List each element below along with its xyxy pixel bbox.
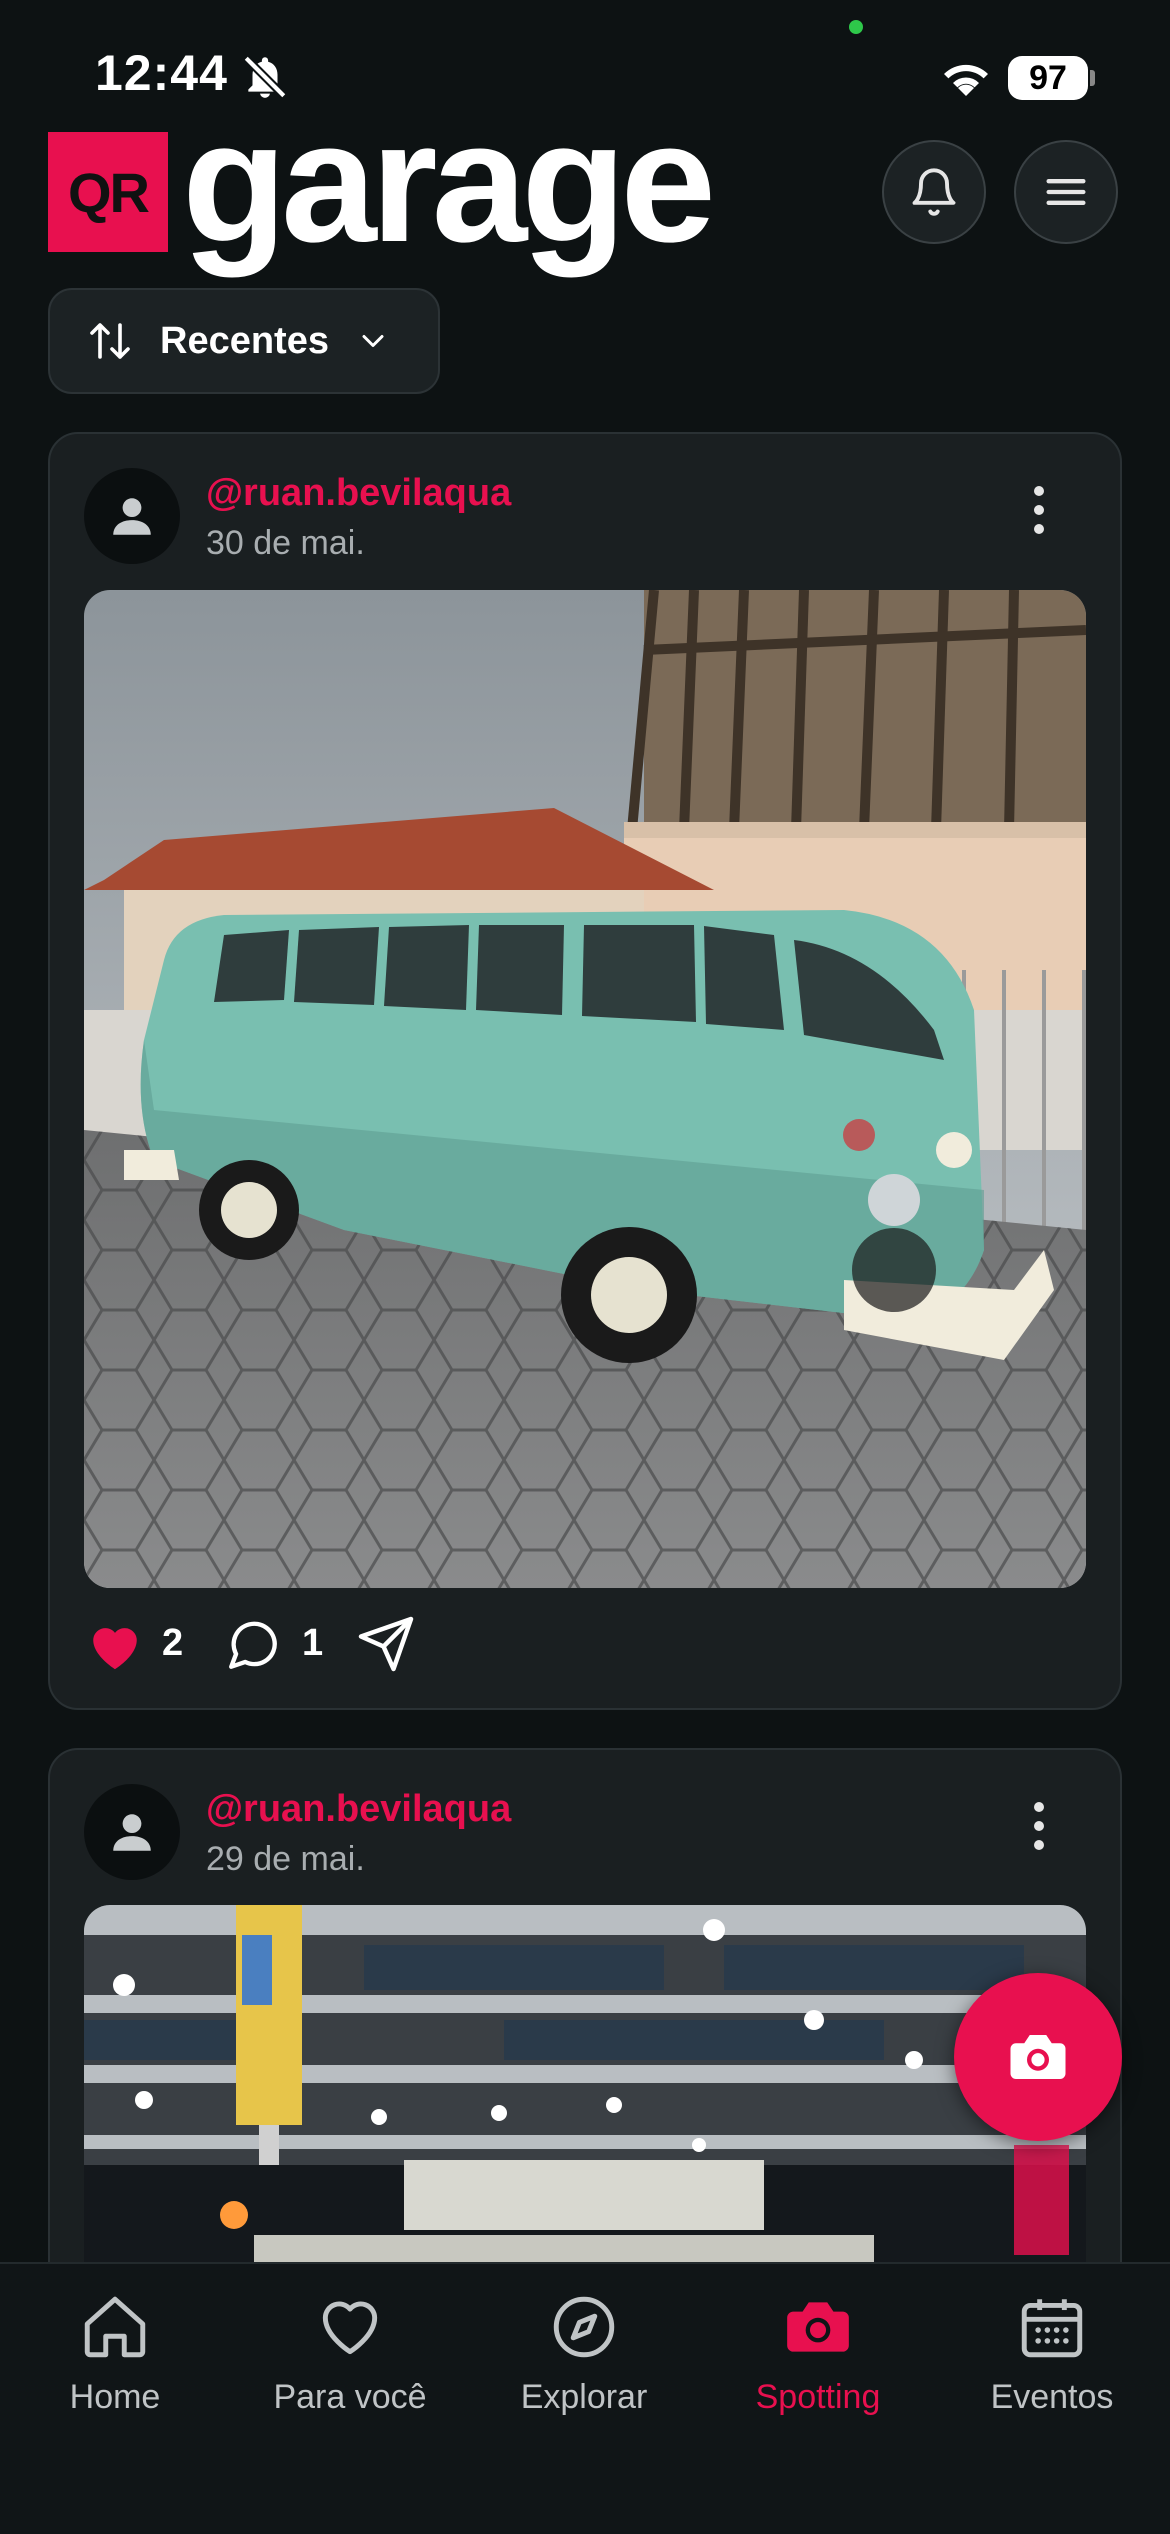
new-spotting-fab[interactable] — [954, 1973, 1122, 2141]
tab-explorar[interactable]: Explorar — [474, 2290, 694, 2417]
logo-badge: QR — [48, 132, 168, 252]
post-date: 30 de mai. — [206, 524, 365, 562]
comment-count: 1 — [302, 1622, 324, 1664]
menu-button[interactable] — [1014, 140, 1118, 244]
sort-arrows-icon — [90, 323, 130, 359]
camera-icon — [1010, 2035, 1066, 2079]
menu-icon — [1046, 179, 1086, 205]
tab-label: Eventos — [990, 2378, 1114, 2416]
tab-label: Para você — [273, 2378, 427, 2416]
like-icon[interactable] — [86, 1618, 144, 1672]
user-icon — [113, 498, 151, 535]
tab-para-voce[interactable]: Para você — [240, 2290, 460, 2417]
notifications-button[interactable] — [882, 140, 986, 244]
battery-tip — [1090, 70, 1095, 86]
post-date: 29 de mai. — [206, 1840, 365, 1878]
avatar[interactable] — [84, 468, 180, 564]
battery-indicator: 97 — [1008, 56, 1088, 100]
tab-label: Explorar — [520, 2378, 648, 2416]
tab-label: Home — [69, 2378, 161, 2416]
more-options-button[interactable] — [1034, 1802, 1048, 1859]
calendar-icon — [1021, 2299, 1083, 2358]
tab-home[interactable]: Home — [5, 2290, 225, 2417]
sort-label: Recentes — [160, 319, 329, 362]
wifi-icon — [944, 64, 988, 96]
like-count: 2 — [162, 1622, 184, 1664]
post-username[interactable]: @ruan.bevilaqua — [206, 1788, 511, 1831]
camera-icon — [787, 2302, 849, 2352]
comment-icon[interactable] — [224, 1616, 282, 1674]
camera-indicator — [849, 20, 863, 34]
more-options-button[interactable] — [1034, 486, 1048, 543]
chevron-down-icon — [362, 335, 384, 347]
sort-dropdown[interactable]: Recentes — [48, 288, 440, 394]
post-photo[interactable] — [84, 1905, 1086, 2305]
tab-eventos[interactable]: Eventos — [942, 2290, 1162, 2417]
bell-icon — [912, 168, 956, 216]
heart-icon — [322, 2301, 378, 2355]
parking-photo — [84, 1905, 1086, 2305]
avatar[interactable] — [84, 1784, 180, 1880]
user-icon — [113, 1814, 151, 1851]
vw-bus-photo — [84, 590, 1086, 1588]
post-photo[interactable] — [84, 590, 1086, 1588]
compass-icon — [553, 2296, 615, 2358]
tab-spotting[interactable]: Spotting — [708, 2290, 928, 2417]
post-username[interactable]: @ruan.bevilaqua — [206, 472, 511, 515]
home-icon — [84, 2296, 146, 2358]
share-icon[interactable] — [356, 1614, 416, 1674]
logo-wordmark: garage — [182, 86, 716, 278]
tab-label: Spotting — [755, 2378, 881, 2416]
